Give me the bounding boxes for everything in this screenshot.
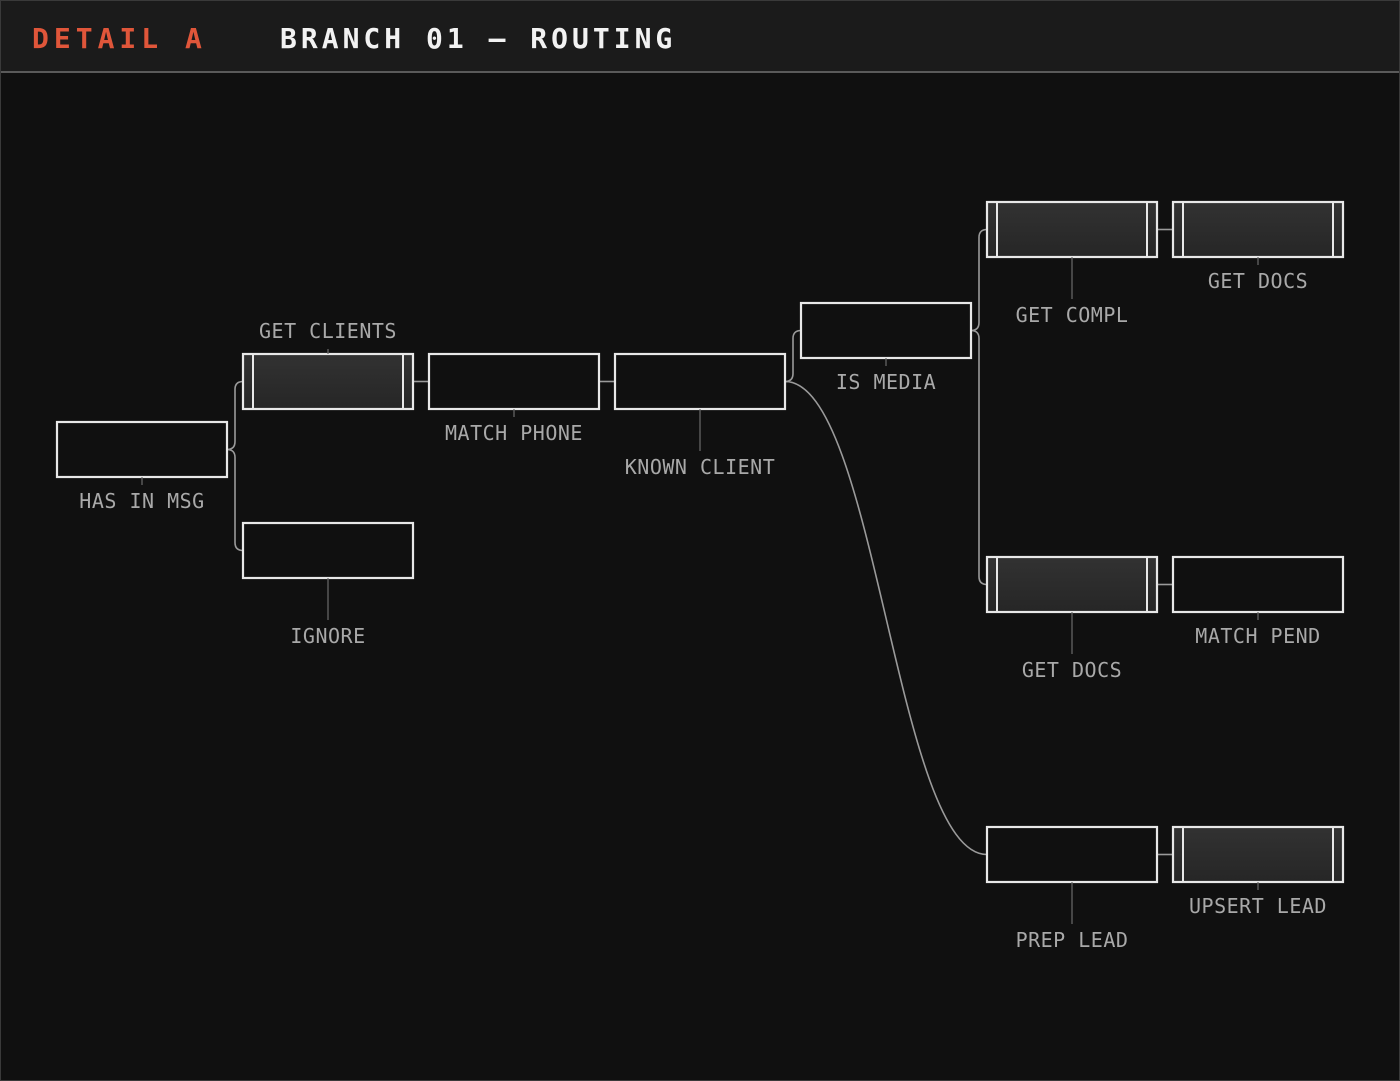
node-is-media[interactable]: IS MEDIA bbox=[799, 301, 973, 394]
node-label: MATCH PEND bbox=[1195, 624, 1320, 648]
edge-has_in_msg-to-get_clients bbox=[226, 380, 244, 451]
node-get-docs-mid[interactable]: GET DOCS bbox=[985, 555, 1159, 682]
node-box[interactable] bbox=[427, 352, 601, 411]
edge-is_media-to-get_compl bbox=[970, 228, 988, 332]
node-label: UPSERT LEAD bbox=[1189, 894, 1327, 918]
node-known-client[interactable]: KNOWN CLIENT bbox=[613, 352, 787, 479]
node-get-clients[interactable]: GET CLIENTS bbox=[241, 319, 415, 411]
node-match-pend[interactable]: MATCH PEND bbox=[1171, 555, 1345, 648]
node-label: MATCH PHONE bbox=[445, 421, 583, 445]
node-box[interactable] bbox=[1171, 555, 1345, 614]
node-box[interactable] bbox=[1171, 200, 1345, 259]
nodes-layer: HAS IN MSG GET CLIENTS IGNORE MATCH PHONE KN… bbox=[55, 200, 1345, 952]
node-upsert-lead[interactable]: UPSERT LEAD bbox=[1171, 825, 1345, 918]
node-label: GET DOCS bbox=[1208, 269, 1308, 293]
node-box[interactable] bbox=[241, 521, 415, 580]
node-label: GET DOCS bbox=[1022, 658, 1122, 682]
node-box[interactable] bbox=[55, 420, 229, 479]
node-has-in-msg[interactable]: HAS IN MSG bbox=[55, 420, 229, 513]
node-label: HAS IN MSG bbox=[79, 489, 204, 513]
node-box[interactable] bbox=[1171, 825, 1345, 884]
edge-has_in_msg-to-ignore bbox=[226, 448, 244, 552]
edge-known_client-to-prep_lead bbox=[784, 380, 988, 856]
node-label: IS MEDIA bbox=[836, 370, 936, 394]
edge-known_client-to-is_media bbox=[784, 329, 802, 383]
node-box[interactable] bbox=[241, 352, 415, 411]
node-ignore[interactable]: IGNORE bbox=[241, 521, 415, 648]
node-get-compl[interactable]: GET COMPL bbox=[985, 200, 1159, 327]
node-get-docs-top[interactable]: GET DOCS bbox=[1171, 200, 1345, 293]
node-prep-lead[interactable]: PREP LEAD bbox=[985, 825, 1159, 952]
node-box[interactable] bbox=[613, 352, 787, 411]
edge-is_media-to-get_docs_mid bbox=[970, 329, 988, 586]
node-label: GET COMPL bbox=[1016, 303, 1129, 327]
node-label: GET CLIENTS bbox=[259, 319, 397, 343]
node-box[interactable] bbox=[985, 555, 1159, 614]
node-box[interactable] bbox=[799, 301, 973, 360]
node-box[interactable] bbox=[985, 825, 1159, 884]
node-box[interactable] bbox=[985, 200, 1159, 259]
routing-diagram: HAS IN MSG GET CLIENTS IGNORE MATCH PHONE KN… bbox=[55, 200, 1345, 952]
node-label: KNOWN CLIENT bbox=[625, 455, 776, 479]
node-label: PREP LEAD bbox=[1016, 928, 1129, 952]
node-match-phone[interactable]: MATCH PHONE bbox=[427, 352, 601, 445]
node-label: IGNORE bbox=[290, 624, 365, 648]
